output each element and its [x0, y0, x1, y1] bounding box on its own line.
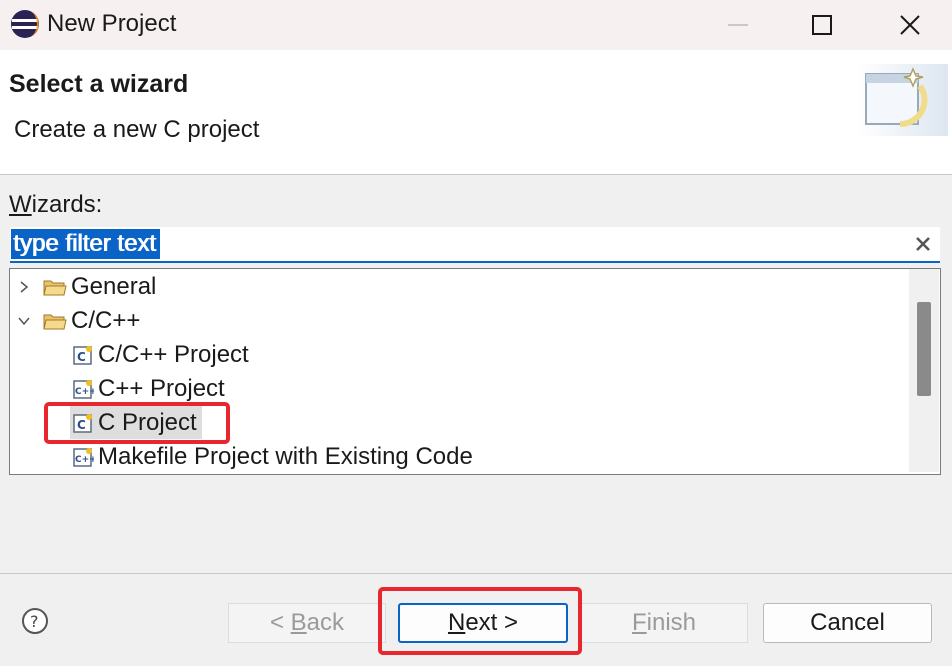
tree-item-cc[interactable]: C/C++	[13, 304, 140, 338]
tree-item-cc-project[interactable]: C C/C++ Project	[72, 338, 249, 372]
svg-text:C++: C++	[75, 455, 94, 465]
window-title: New Project	[47, 10, 177, 37]
folder-icon	[43, 280, 67, 296]
eclipse-icon	[10, 9, 40, 39]
tree-item-makefile-project[interactable]: C++ Makefile Project with Existing Code	[72, 440, 473, 474]
svg-text:C++: C++	[75, 387, 94, 397]
tree-scrollbar-thumb[interactable]	[917, 302, 931, 396]
c-project-icon: C	[73, 346, 92, 365]
clear-filter-button[interactable]	[910, 231, 936, 257]
svg-text:C: C	[77, 350, 86, 364]
close-button[interactable]	[880, 0, 940, 50]
tree-item-label: General	[71, 273, 157, 300]
finish-button[interactable]: Finish	[580, 603, 748, 643]
header-title: Select a wizard	[9, 70, 189, 98]
tree-item-general[interactable]: General	[13, 270, 156, 304]
clear-icon	[916, 237, 930, 251]
tree-item-label: C/C++	[71, 307, 141, 334]
wizard-header	[0, 50, 952, 175]
maximize-button[interactable]	[792, 0, 852, 50]
back-button[interactable]: < Back	[228, 603, 386, 643]
header-description: Create a new C project	[14, 116, 260, 143]
filter-input[interactable]	[10, 227, 893, 261]
tree-item-label: C/C++ Project	[98, 341, 249, 368]
annotation-highlight-c-project	[44, 402, 230, 444]
help-icon[interactable]: ?	[20, 606, 50, 636]
svg-text:?: ?	[30, 612, 39, 631]
maximize-icon	[812, 15, 832, 35]
annotation-highlight-next	[378, 587, 582, 655]
tree-item-label: Makefile Project with Existing Code	[98, 443, 473, 470]
minimize-icon	[728, 24, 748, 26]
tree-item-label: C++ Project	[98, 375, 225, 402]
wizards-label: Wizards:	[9, 191, 103, 218]
cpp-project-icon: C++	[73, 448, 94, 467]
folder-icon	[43, 314, 67, 330]
tree-item-cpp-project[interactable]: C++ C++ Project	[72, 372, 225, 406]
cancel-button[interactable]: Cancel	[763, 603, 932, 643]
chevron-down-icon[interactable]	[13, 310, 35, 332]
new-wizard-icon	[858, 64, 948, 136]
minimize-button[interactable]	[708, 0, 768, 50]
cpp-project-icon: C++	[73, 380, 94, 399]
chevron-right-icon[interactable]	[13, 276, 35, 298]
close-icon	[900, 15, 920, 35]
